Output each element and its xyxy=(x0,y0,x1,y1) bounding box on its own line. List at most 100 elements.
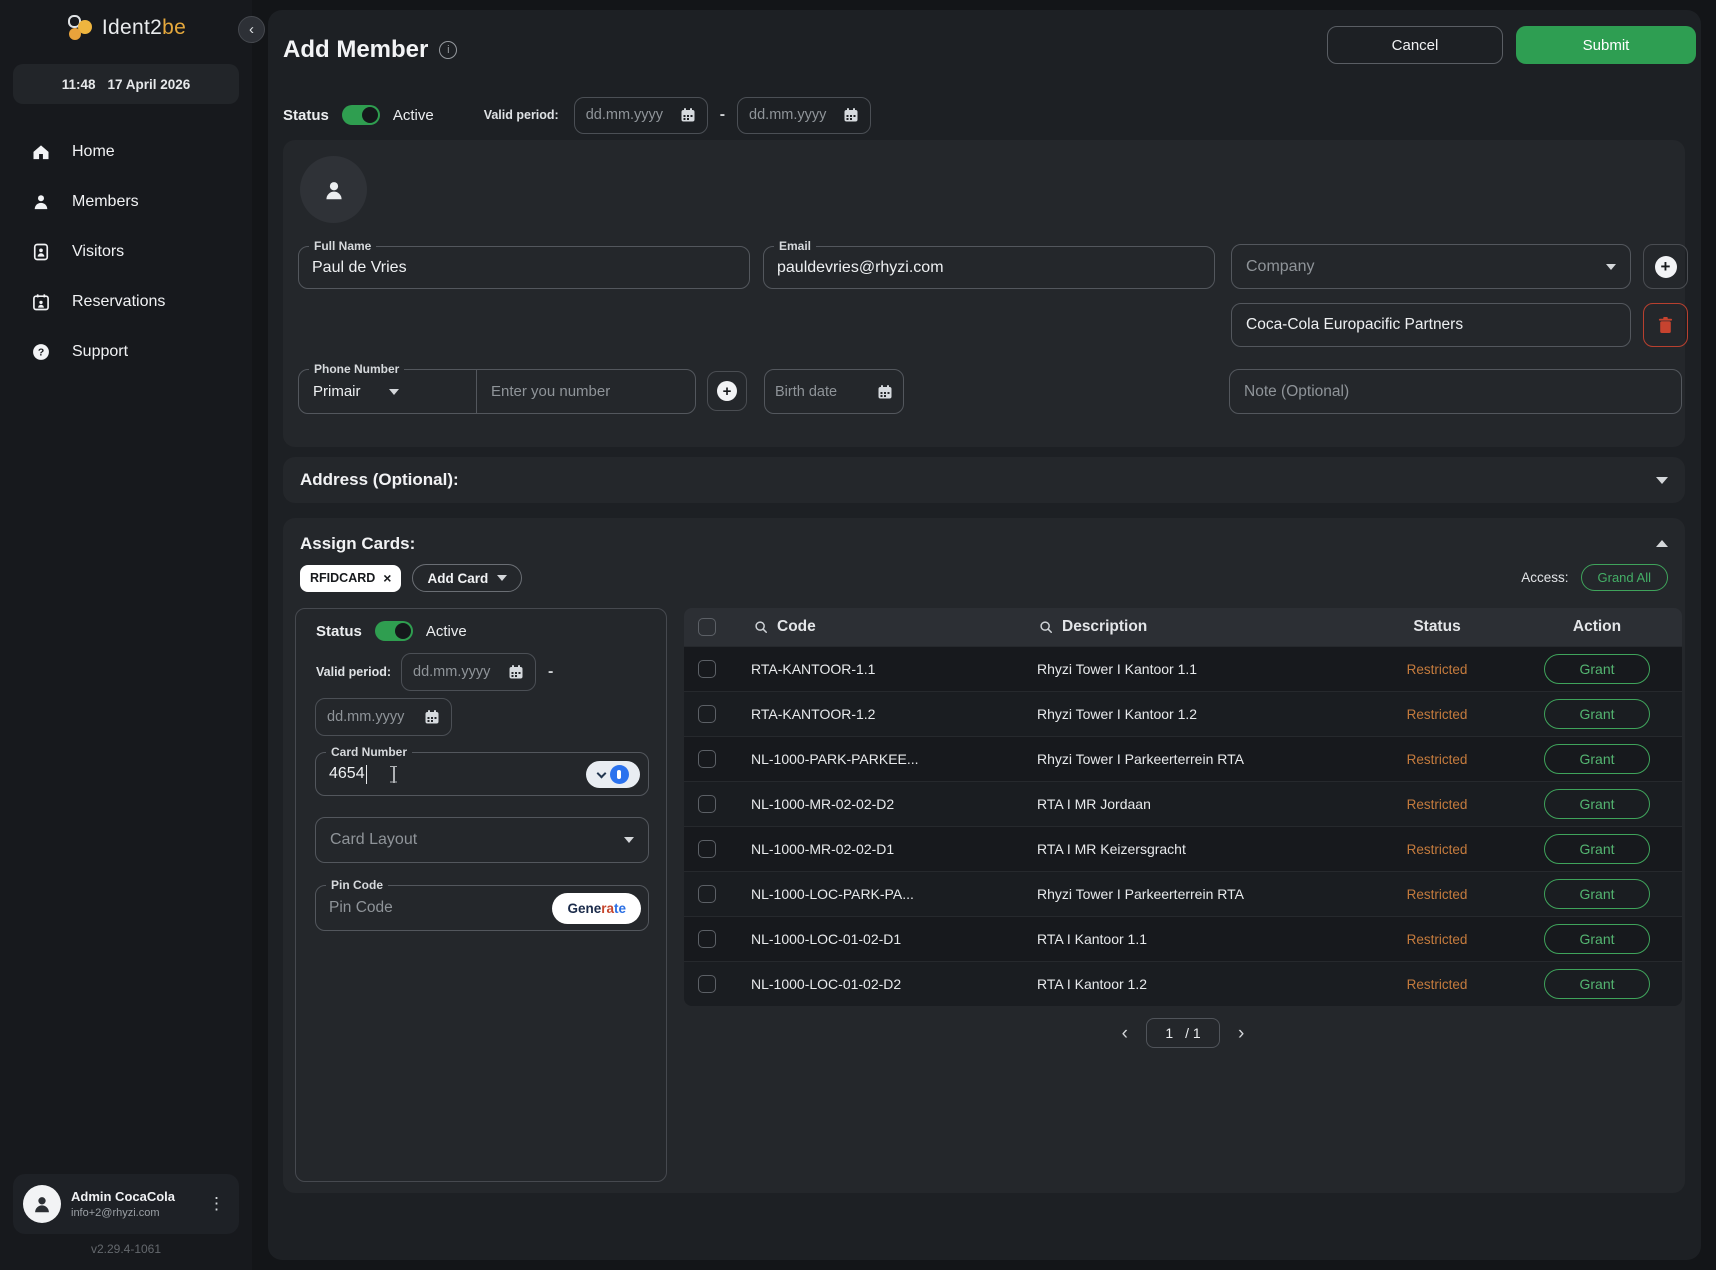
valid-period-end-input[interactable]: dd.mm.yyyy xyxy=(737,97,871,134)
add-company-button[interactable]: + xyxy=(1643,244,1688,289)
chevron-down-icon xyxy=(596,768,606,778)
table-row[interactable]: NL-1000-LOC-01-02-D2 RTA I Kantoor 1.2 R… xyxy=(684,961,1682,1006)
column-label: Code xyxy=(777,618,816,636)
birth-date-field[interactable]: Birth date xyxy=(764,369,904,414)
sidebar-collapse-button[interactable]: ‹ xyxy=(238,16,265,43)
assign-cards-section: Assign Cards: RFIDCARD × Add Card Access… xyxy=(283,518,1685,1193)
row-description: RTA I Kantoor 1.2 xyxy=(1035,976,1362,992)
svg-text:?: ? xyxy=(38,348,44,359)
sidebar-item-home[interactable]: Home xyxy=(0,127,252,177)
pin-code-field[interactable]: Pin Code Pin Code Generate xyxy=(315,885,649,931)
grant-button[interactable]: Grant xyxy=(1544,879,1650,909)
calendar-icon xyxy=(508,664,524,680)
grant-button[interactable]: Grant xyxy=(1544,924,1650,954)
card-valid-end-input[interactable]: dd.mm.yyyy xyxy=(315,698,452,736)
column-header-code[interactable]: Code xyxy=(730,618,1035,636)
generate-label-seg2: ra xyxy=(601,901,614,916)
phone-type-select[interactable]: Primair xyxy=(299,370,477,413)
card-valid-start-input[interactable]: dd.mm.yyyy xyxy=(401,653,536,691)
previous-page-icon[interactable]: ‹ xyxy=(1122,1024,1128,1043)
select-all-checkbox[interactable] xyxy=(698,618,716,636)
row-checkbox[interactable] xyxy=(698,930,716,948)
row-checkbox[interactable] xyxy=(698,750,716,768)
close-icon[interactable]: × xyxy=(383,571,391,585)
sidebar-item-label: Members xyxy=(72,193,139,211)
cancel-button[interactable]: Cancel xyxy=(1327,26,1503,64)
sidebar-item-support[interactable]: ? Support xyxy=(0,327,252,377)
user-menu-kebab-icon[interactable]: ⋮ xyxy=(204,1190,229,1218)
full-name-field[interactable]: Full Name Paul de Vries xyxy=(298,246,750,289)
card-layout-select[interactable]: Card Layout xyxy=(315,817,649,863)
row-description: Rhyzi Tower I Kantoor 1.2 xyxy=(1035,706,1362,722)
generate-pin-button[interactable]: Generate xyxy=(552,893,641,924)
info-icon[interactable]: i xyxy=(439,41,457,59)
table-row[interactable]: NL-1000-MR-02-02-D2 RTA I MR Jordaan Res… xyxy=(684,781,1682,826)
pagination: ‹ 1 / 1 › xyxy=(684,1018,1682,1048)
grant-button[interactable]: Grant xyxy=(1544,789,1650,819)
next-page-icon[interactable]: › xyxy=(1238,1024,1244,1043)
row-checkbox[interactable] xyxy=(698,840,716,858)
grant-button[interactable]: Grant xyxy=(1544,654,1650,684)
row-code: NL-1000-MR-02-02-D1 xyxy=(730,841,1035,857)
row-checkbox[interactable] xyxy=(698,660,716,678)
row-status: Restricted xyxy=(1362,977,1512,992)
table-row[interactable]: NL-1000-MR-02-02-D1 RTA I MR Keizersgrac… xyxy=(684,826,1682,871)
row-checkbox[interactable] xyxy=(698,975,716,993)
grant-button[interactable]: Grant xyxy=(1544,744,1650,774)
grand-all-button[interactable]: Grand All xyxy=(1581,564,1668,591)
user-avatar xyxy=(23,1185,61,1223)
calendar-person-icon xyxy=(31,292,51,312)
company-value-field[interactable]: Coca-Cola Europacific Partners xyxy=(1231,303,1631,347)
email-field[interactable]: Email pauldevries@rhyzi.com xyxy=(763,246,1215,289)
member-avatar-placeholder[interactable] xyxy=(300,156,367,223)
table-row[interactable]: NL-1000-LOC-01-02-D1 RTA I Kantoor 1.1 R… xyxy=(684,916,1682,961)
address-title: Address (Optional): xyxy=(300,470,459,490)
card-status-value: Active xyxy=(426,623,467,640)
table-row[interactable]: RTA-KANTOOR-1.1 Rhyzi Tower I Kantoor 1.… xyxy=(684,646,1682,691)
table-row[interactable]: RTA-KANTOOR-1.2 Rhyzi Tower I Kantoor 1.… xyxy=(684,691,1682,736)
chevron-down-icon[interactable] xyxy=(1656,477,1668,484)
sidebar-item-label: Visitors xyxy=(72,243,124,261)
add-phone-button[interactable]: + xyxy=(707,371,747,411)
rfidcard-chip[interactable]: RFIDCARD × xyxy=(300,565,401,592)
sidebar-item-visitors[interactable]: Visitors xyxy=(0,227,252,277)
sidebar-item-members[interactable]: Members xyxy=(0,177,252,227)
grant-button[interactable]: Grant xyxy=(1544,969,1650,999)
table-row[interactable]: NL-1000-PARK-PARKEE... Rhyzi Tower I Par… xyxy=(684,736,1682,781)
add-card-label: Add Card xyxy=(427,571,488,586)
remove-company-button[interactable] xyxy=(1643,303,1688,347)
row-code: RTA-KANTOOR-1.2 xyxy=(730,706,1035,722)
submit-button[interactable]: Submit xyxy=(1516,26,1696,64)
table-row[interactable]: NL-1000-LOC-PARK-PA... Rhyzi Tower I Par… xyxy=(684,871,1682,916)
column-label: Description xyxy=(1062,618,1147,636)
row-description: RTA I MR Keizersgracht xyxy=(1035,841,1362,857)
search-icon xyxy=(1039,620,1053,634)
status-label: Status xyxy=(283,107,329,124)
grant-button[interactable]: Grant xyxy=(1544,699,1650,729)
password-manager-badge[interactable] xyxy=(586,761,640,788)
note-field[interactable]: Note (Optional) xyxy=(1229,369,1682,414)
access-label: Access: xyxy=(1521,570,1568,585)
add-card-button[interactable]: Add Card xyxy=(412,564,522,592)
address-section[interactable]: Address (Optional): xyxy=(283,457,1685,503)
valid-period-start-input[interactable]: dd.mm.yyyy xyxy=(574,97,708,134)
badge-person-icon xyxy=(31,242,51,262)
column-header-description[interactable]: Description xyxy=(1035,618,1362,636)
row-checkbox[interactable] xyxy=(698,885,716,903)
card-number-field[interactable]: Card Number 4654 xyxy=(315,752,649,796)
chevron-up-icon[interactable] xyxy=(1656,540,1668,547)
row-checkbox[interactable] xyxy=(698,705,716,723)
phone-number-input[interactable]: Enter you number xyxy=(477,370,695,413)
sidebar-item-reservations[interactable]: Reservations xyxy=(0,277,252,327)
generate-label-seg1: Gene xyxy=(567,901,601,916)
status-toggle[interactable] xyxy=(342,105,380,125)
column-header-status: Status xyxy=(1362,618,1512,636)
row-checkbox[interactable] xyxy=(698,795,716,813)
grant-button[interactable]: Grant xyxy=(1544,834,1650,864)
row-status: Restricted xyxy=(1362,887,1512,902)
user-card[interactable]: Admin CocaCola info+2@rhyzi.com ⋮ xyxy=(13,1174,239,1234)
access-table: Code Description Status Action RTA-KANTO… xyxy=(684,608,1682,1006)
company-select[interactable]: Company xyxy=(1231,244,1631,289)
card-status-toggle[interactable] xyxy=(375,621,413,641)
email-value: pauldevries@rhyzi.com xyxy=(777,247,944,288)
